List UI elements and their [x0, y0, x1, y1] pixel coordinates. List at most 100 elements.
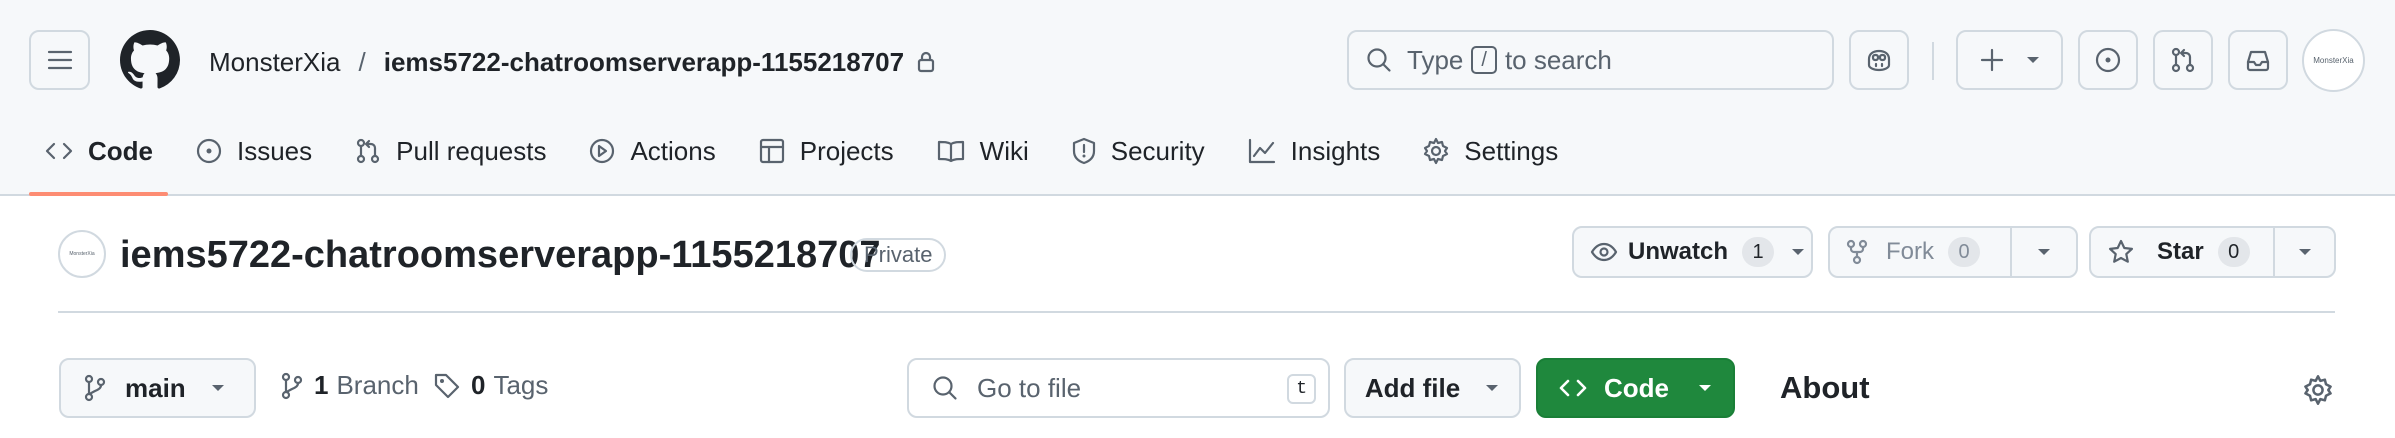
search-icon — [1365, 46, 1393, 74]
branch-icon — [84, 374, 106, 402]
chevron-down-icon — [1486, 385, 1499, 391]
branch-count: 1 — [314, 370, 329, 400]
watch-button-group: Unwatch 1 — [1572, 226, 1813, 278]
chevron-down-icon — [1699, 385, 1711, 391]
go-to-file-placeholder: Go to file — [977, 372, 1082, 403]
tag-label: Tags — [493, 370, 549, 400]
user-avatar[interactable]: MonsterXia — [2302, 29, 2365, 92]
issue-icon — [2095, 47, 2121, 73]
search-suffix: to search — [1504, 44, 1612, 75]
repository-tabs: Code Issues Pull requests Actions Projec… — [29, 120, 1585, 196]
branches-link[interactable]: 1 Branch — [280, 370, 419, 401]
eye-icon — [1590, 242, 1618, 262]
fork-icon — [1846, 239, 1868, 265]
star-dropdown-button[interactable] — [2273, 228, 2334, 276]
tab-label: Code — [88, 135, 153, 166]
gear-icon[interactable] — [2302, 374, 2334, 406]
watchers-count: 1 — [1742, 237, 1775, 267]
chevron-down-icon — [211, 385, 224, 391]
gear-icon — [1422, 137, 1450, 165]
code-button-label: Code — [1604, 372, 1669, 403]
tab-label: Settings — [1464, 135, 1559, 166]
hamburger-icon — [47, 50, 72, 70]
breadcrumb-repo[interactable]: iems5722-chatroomserverapp-1155218707 — [384, 47, 904, 78]
unwatch-button[interactable]: Unwatch 1 — [1574, 228, 1822, 276]
star-label: Star — [2157, 238, 2204, 265]
unwatch-label: Unwatch — [1628, 238, 1729, 265]
tab-label: Projects — [799, 135, 894, 166]
tab-label: Security — [1110, 135, 1205, 166]
inbox-icon — [2246, 50, 2270, 72]
pull-request-icon — [2171, 47, 2195, 73]
tab-settings[interactable]: Settings — [1407, 120, 1573, 182]
repository-title[interactable]: iems5722-chatroomserverapp-1155218707 — [120, 232, 881, 278]
your-pull-requests-button[interactable] — [2153, 30, 2213, 90]
toolbar-divider — [1932, 42, 1934, 80]
tab-label: Insights — [1290, 135, 1381, 166]
tab-code[interactable]: Code — [29, 120, 168, 196]
branch-selector-button[interactable]: main — [59, 358, 256, 418]
add-file-label: Add file — [1364, 372, 1461, 403]
tab-security[interactable]: Security — [1056, 120, 1220, 182]
tab-wiki[interactable]: Wiki — [921, 120, 1044, 182]
star-button-group: Star 0 — [2089, 226, 2336, 278]
inbox-button[interactable] — [2228, 30, 2288, 90]
breadcrumb-separator: / — [358, 46, 366, 77]
go-to-file-input[interactable]: Go to file t — [907, 358, 1330, 418]
lock-icon — [916, 50, 936, 74]
tab-label: Wiki — [979, 135, 1029, 166]
code-icon — [1559, 379, 1587, 397]
repo-owner-avatar[interactable]: MonsterXia — [58, 230, 106, 278]
add-file-button[interactable]: Add file — [1344, 358, 1521, 418]
breadcrumb-owner[interactable]: MonsterXia — [209, 47, 341, 78]
tag-count: 0 — [471, 370, 486, 400]
avatar-text: MonsterXia — [69, 251, 95, 257]
visibility-badge: Private — [850, 238, 947, 272]
search-input[interactable]: Type / to search — [1347, 30, 1834, 90]
copilot-button[interactable] — [1849, 30, 1909, 90]
tab-label: Issues — [237, 135, 313, 166]
plus-icon — [1980, 48, 2003, 72]
search-icon — [931, 374, 959, 402]
chevron-down-icon — [1792, 249, 1805, 255]
star-button[interactable]: Star 0 — [2091, 228, 2273, 276]
graph-icon — [1247, 137, 1277, 165]
tab-actions[interactable]: Actions — [573, 120, 730, 182]
code-dropdown-button[interactable]: Code — [1536, 358, 1735, 418]
tab-insights[interactable]: Insights — [1232, 120, 1396, 182]
tab-issues[interactable]: Issues — [180, 120, 327, 182]
fork-dropdown-button[interactable] — [2010, 228, 2076, 276]
stars-count: 0 — [2217, 237, 2250, 267]
tab-label: Pull requests — [396, 135, 547, 166]
your-issues-button[interactable] — [2078, 30, 2138, 90]
tab-pull-requests[interactable]: Pull requests — [339, 120, 561, 182]
search-prefix: Type — [1407, 44, 1464, 75]
menu-button[interactable] — [29, 30, 90, 90]
copilot-icon — [1867, 49, 1891, 72]
issue-icon — [195, 137, 223, 165]
tab-projects[interactable]: Projects — [743, 120, 909, 182]
about-heading: About — [1780, 370, 1870, 405]
star-icon — [2109, 239, 2133, 263]
pull-request-icon — [354, 137, 382, 165]
github-logo-icon[interactable] — [120, 30, 180, 90]
fork-button-group: Fork 0 — [1828, 226, 2078, 278]
chevron-down-icon — [2298, 249, 2311, 255]
avatar-text: MonsterXia — [2313, 56, 2354, 65]
header-divider — [58, 311, 2335, 313]
tag-icon — [434, 373, 460, 398]
go-to-file-shortcut-key: t — [1287, 374, 1316, 404]
table-icon — [758, 137, 786, 165]
fork-label: Fork — [1886, 238, 1934, 265]
tab-label: Actions — [630, 135, 716, 166]
branch-icon — [281, 372, 303, 399]
search-shortcut-key: / — [1471, 46, 1497, 74]
chevron-down-icon — [2038, 249, 2050, 255]
tags-link[interactable]: 0 Tags — [433, 370, 548, 401]
current-branch-label: main — [125, 372, 186, 403]
top-navigation-bar: MonsterXia / iems5722-chatroomserverapp-… — [0, 0, 2395, 196]
create-new-button[interactable] — [1956, 30, 2063, 90]
shield-icon — [1071, 137, 1097, 165]
fork-button[interactable]: Fork 0 — [1830, 228, 2010, 276]
book-icon — [936, 138, 966, 164]
